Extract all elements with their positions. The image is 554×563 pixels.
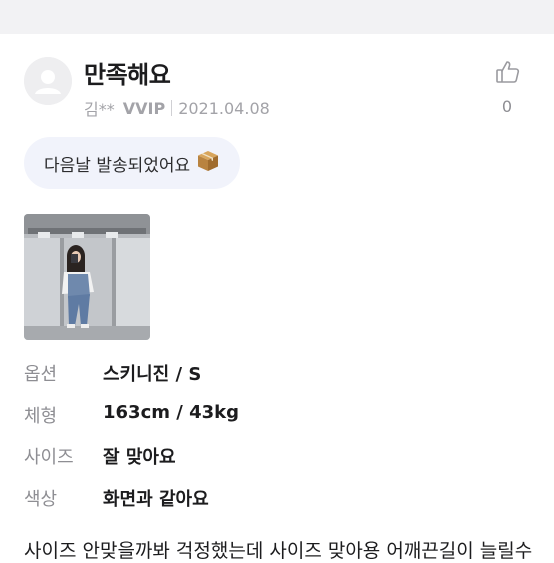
option-label: 옵션 <box>24 364 58 385</box>
body-type-label: 체형 <box>24 406 58 427</box>
thumbs-up-icon <box>496 61 520 83</box>
review-body-text: 사이즈 안맞을까봐 걱정했는데 사이즈 맞아용 어깨끈길이 늘릴수 <box>24 540 533 562</box>
color-label: 색상 <box>24 489 58 510</box>
review-meta: 김** VVIP 2021.04.08 <box>84 96 270 120</box>
like-count: 0 <box>501 97 513 116</box>
top-divider-strip <box>0 0 554 34</box>
shipping-tag-label: 다음날 발송되었어요 <box>44 155 191 176</box>
review-title: 만족해요 <box>84 61 171 89</box>
color-value: 화면과 같아요 <box>103 489 209 510</box>
body-type-value: 163cm / 43kg <box>103 402 240 423</box>
meta-divider <box>171 100 173 116</box>
member-grade-badge: VVIP <box>122 98 166 118</box>
user-avatar-icon <box>24 57 72 105</box>
size-value: 잘 맞아요 <box>103 447 176 468</box>
option-value: 스키니진 / S <box>103 364 202 385</box>
review-date: 2021.04.08 <box>178 98 270 118</box>
review-photo-image <box>24 214 150 340</box>
review-author: 김** <box>84 100 115 119</box>
review-photo[interactable] <box>24 214 150 340</box>
package-icon <box>196 149 220 178</box>
like-button[interactable] <box>494 58 522 86</box>
size-label: 사이즈 <box>24 447 74 468</box>
shipping-tag-chip: 다음날 발송되었어요 <box>24 137 241 189</box>
